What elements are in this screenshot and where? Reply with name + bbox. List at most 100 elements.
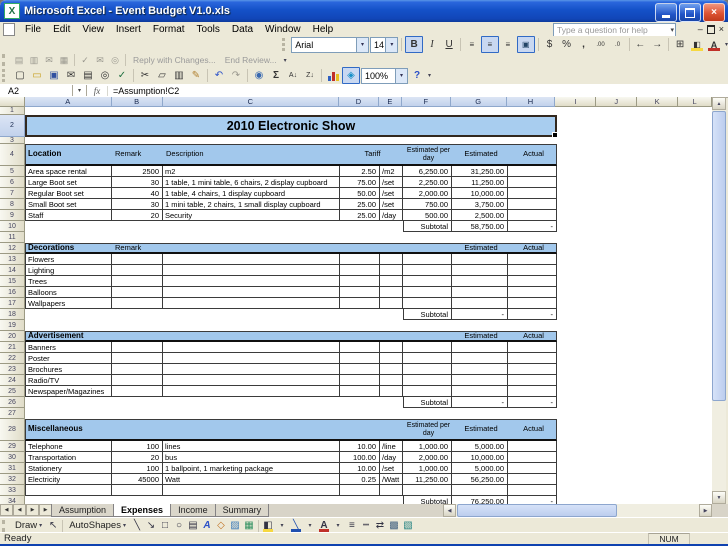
empty-cells[interactable]	[557, 375, 712, 386]
empty-cells[interactable]	[557, 331, 712, 342]
cell-F10-subtotal-label[interactable]: Subtotal	[403, 221, 452, 232]
section-header-row-20[interactable]: AdvertisementEstimatedActual	[25, 331, 557, 342]
oval-icon[interactable]: ○	[172, 519, 186, 532]
cell-E8[interactable]: /set	[380, 199, 403, 210]
cell-C15[interactable]	[163, 276, 340, 287]
toolbar-options-icon[interactable]: ▾	[428, 72, 431, 79]
empty-range[interactable]	[25, 397, 403, 408]
save-icon[interactable]: ▣	[46, 68, 62, 83]
cell-D22[interactable]	[340, 353, 380, 364]
cell-H10[interactable]: -	[508, 221, 557, 232]
rectangle-icon[interactable]: □	[158, 519, 172, 532]
insert-hyperlink-icon[interactable]: ◉	[251, 68, 267, 83]
section-header-row-28[interactable]: MiscellaneousEstimated per dayEstimatedA…	[25, 419, 557, 441]
empty-cells[interactable]	[557, 485, 712, 496]
row-header-18[interactable]: 18	[0, 309, 25, 320]
row-header-8[interactable]: 8	[0, 199, 25, 210]
arrow-icon[interactable]: ↘	[144, 519, 158, 532]
line-color-icon[interactable]: ╲	[289, 519, 303, 532]
column-header-G[interactable]: G	[451, 97, 507, 107]
cell-G25[interactable]	[452, 386, 508, 397]
column-header-H[interactable]: H	[507, 97, 556, 107]
cell-C32[interactable]: Watt	[163, 474, 340, 485]
empty-cells[interactable]	[557, 452, 712, 463]
print-preview-icon[interactable]: ◎	[97, 68, 113, 83]
row-header-3[interactable]: 3	[0, 137, 25, 144]
cell-C23[interactable]	[163, 364, 340, 375]
cell-F14[interactable]	[403, 265, 452, 276]
cell-D29[interactable]: 10.00	[340, 441, 380, 452]
menu-tools[interactable]: Tools	[191, 22, 226, 36]
cell-E22[interactable]	[380, 353, 403, 364]
row-header-20[interactable]: 20	[0, 331, 25, 342]
cell-A30[interactable]: Transportation	[25, 452, 112, 463]
row-header-22[interactable]: 22	[0, 353, 25, 364]
cell-G30[interactable]: 10,000.00	[452, 452, 508, 463]
cell-D24[interactable]	[340, 375, 380, 386]
bold-button[interactable]: B	[405, 36, 423, 53]
empty-cells[interactable]	[557, 254, 712, 265]
cell-C30[interactable]: bus	[163, 452, 340, 463]
workbook-restore-button[interactable]	[707, 25, 715, 34]
cell-F32[interactable]: 11,250.00	[403, 474, 452, 485]
toolbar-drag-handle[interactable]	[2, 69, 8, 83]
cell-G13[interactable]	[452, 254, 508, 265]
column-header-D[interactable]: D	[339, 97, 379, 107]
cell-G5[interactable]: 31,250.00	[452, 166, 508, 177]
dash-style-icon[interactable]: ┅	[359, 519, 373, 532]
align-center-button[interactable]: ≡	[481, 36, 499, 53]
cell-D16[interactable]	[340, 287, 380, 298]
cell-H31[interactable]	[508, 463, 557, 474]
cell-G34[interactable]: 76,250.00	[452, 496, 508, 504]
cell-G24[interactable]	[452, 375, 508, 386]
cell-F13[interactable]	[403, 254, 452, 265]
cell-F34-subtotal-label[interactable]: Subtotal	[403, 496, 452, 504]
cell-B33[interactable]	[112, 485, 163, 496]
column-header-E[interactable]: E	[379, 97, 402, 107]
cell-H7[interactable]	[508, 188, 557, 199]
column-header-F[interactable]: F	[402, 97, 451, 107]
cell-D5[interactable]: 2.50	[340, 166, 380, 177]
wordart-icon[interactable]: A	[200, 519, 214, 532]
next-sheet-icon[interactable]: ▶	[26, 504, 39, 516]
empty-cells[interactable]	[557, 287, 712, 298]
empty-cells[interactable]	[557, 419, 712, 441]
horizontal-scrollbar[interactable]: ◀ ▶	[443, 504, 712, 517]
column-header-L[interactable]: L	[678, 97, 712, 107]
chevron-down-icon[interactable]: ▾	[385, 38, 397, 52]
cell-A7[interactable]: Regular Boot set	[25, 188, 112, 199]
previous-sheet-icon[interactable]: ◀	[13, 504, 26, 516]
cell-D13[interactable]	[340, 254, 380, 265]
cell-G9[interactable]: 2,500.00	[452, 210, 508, 221]
menu-file[interactable]: File	[19, 22, 47, 36]
sheet-tab-assumption[interactable]: Assumption	[51, 504, 114, 517]
cell-F26-subtotal-label[interactable]: Subtotal	[403, 397, 452, 408]
empty-cells[interactable]	[25, 137, 712, 144]
cell-E29[interactable]: /line	[380, 441, 403, 452]
row-header-12[interactable]: 12	[0, 243, 25, 254]
vertical-scroll-thumb[interactable]	[712, 111, 726, 401]
cell-A15[interactable]: Trees	[25, 276, 112, 287]
sheet-tab-expenses[interactable]: Expenses	[113, 504, 171, 517]
menu-format[interactable]: Format	[147, 22, 191, 36]
row-header-27[interactable]: 27	[0, 408, 25, 419]
scroll-down-icon[interactable]: ▼	[712, 491, 726, 504]
chevron-down-icon[interactable]: ▾	[356, 38, 368, 52]
font-color-icon[interactable]: A	[317, 519, 331, 532]
help-question-input[interactable]: Type a question for help ▾	[553, 23, 676, 37]
cell-F22[interactable]	[403, 353, 452, 364]
chevron-down-icon[interactable]: ▾	[275, 519, 289, 532]
menu-data[interactable]: Data	[226, 22, 259, 36]
cell-E33[interactable]	[380, 485, 403, 496]
column-header-J[interactable]: J	[596, 97, 637, 107]
cell-B16[interactable]	[112, 287, 163, 298]
line-icon[interactable]: ╲	[130, 519, 144, 532]
cell-B14[interactable]	[112, 265, 163, 276]
empty-cells[interactable]	[557, 243, 712, 254]
cell-E14[interactable]	[380, 265, 403, 276]
select-objects-icon[interactable]: ↖	[46, 519, 60, 532]
cell-D17[interactable]	[340, 298, 380, 309]
cell-G29[interactable]: 5,000.00	[452, 441, 508, 452]
name-box[interactable]: A2	[0, 85, 73, 96]
cell-G32[interactable]: 56,250.00	[452, 474, 508, 485]
